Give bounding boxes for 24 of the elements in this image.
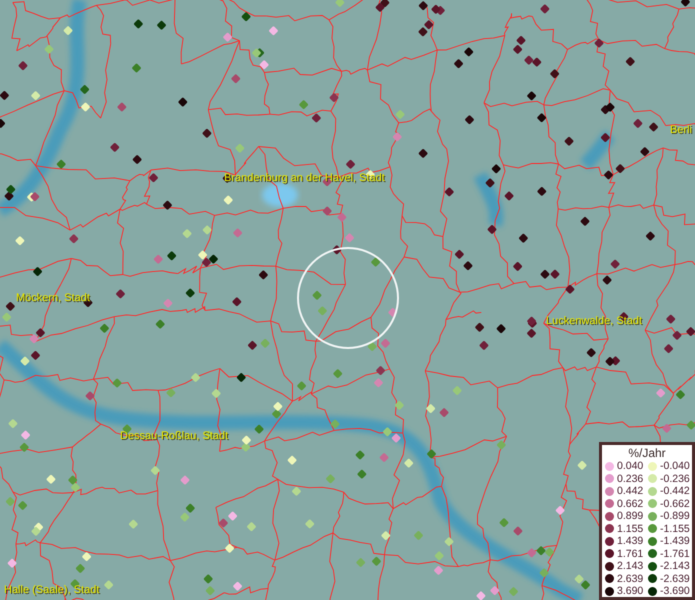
legend-value: -0.899 <box>660 510 690 522</box>
legend-value: -3.690 <box>660 585 690 598</box>
legend-value: 1.439 <box>617 535 644 548</box>
legend-value: 0.236 <box>617 472 644 485</box>
legend-value: 0.662 <box>617 498 644 510</box>
legend-value: 0.442 <box>617 485 644 498</box>
legend-value: 1.761 <box>617 548 644 560</box>
legend-value: 2.143 <box>617 560 644 572</box>
legend-value: 0.899 <box>617 510 644 522</box>
legend-value: 0.040 <box>617 460 644 472</box>
legend-value: -0.442 <box>660 485 690 498</box>
legend-value: 2.639 <box>617 572 644 585</box>
legend-value: -0.236 <box>660 472 690 485</box>
legend-value: 3.690 <box>617 585 644 598</box>
legend-value: 1.155 <box>617 522 644 535</box>
legend-title: %/Jahr <box>628 446 666 460</box>
legend-value: -0.040 <box>660 460 690 472</box>
legend-value: -2.143 <box>660 560 690 572</box>
legend-value: -2.639 <box>660 572 690 585</box>
legend-value: -1.761 <box>660 548 690 560</box>
place-label: Berli <box>670 124 692 137</box>
legend-value: -1.439 <box>660 535 690 548</box>
legend-value: -0.662 <box>660 498 690 510</box>
legend-value: -1.155 <box>660 522 690 535</box>
